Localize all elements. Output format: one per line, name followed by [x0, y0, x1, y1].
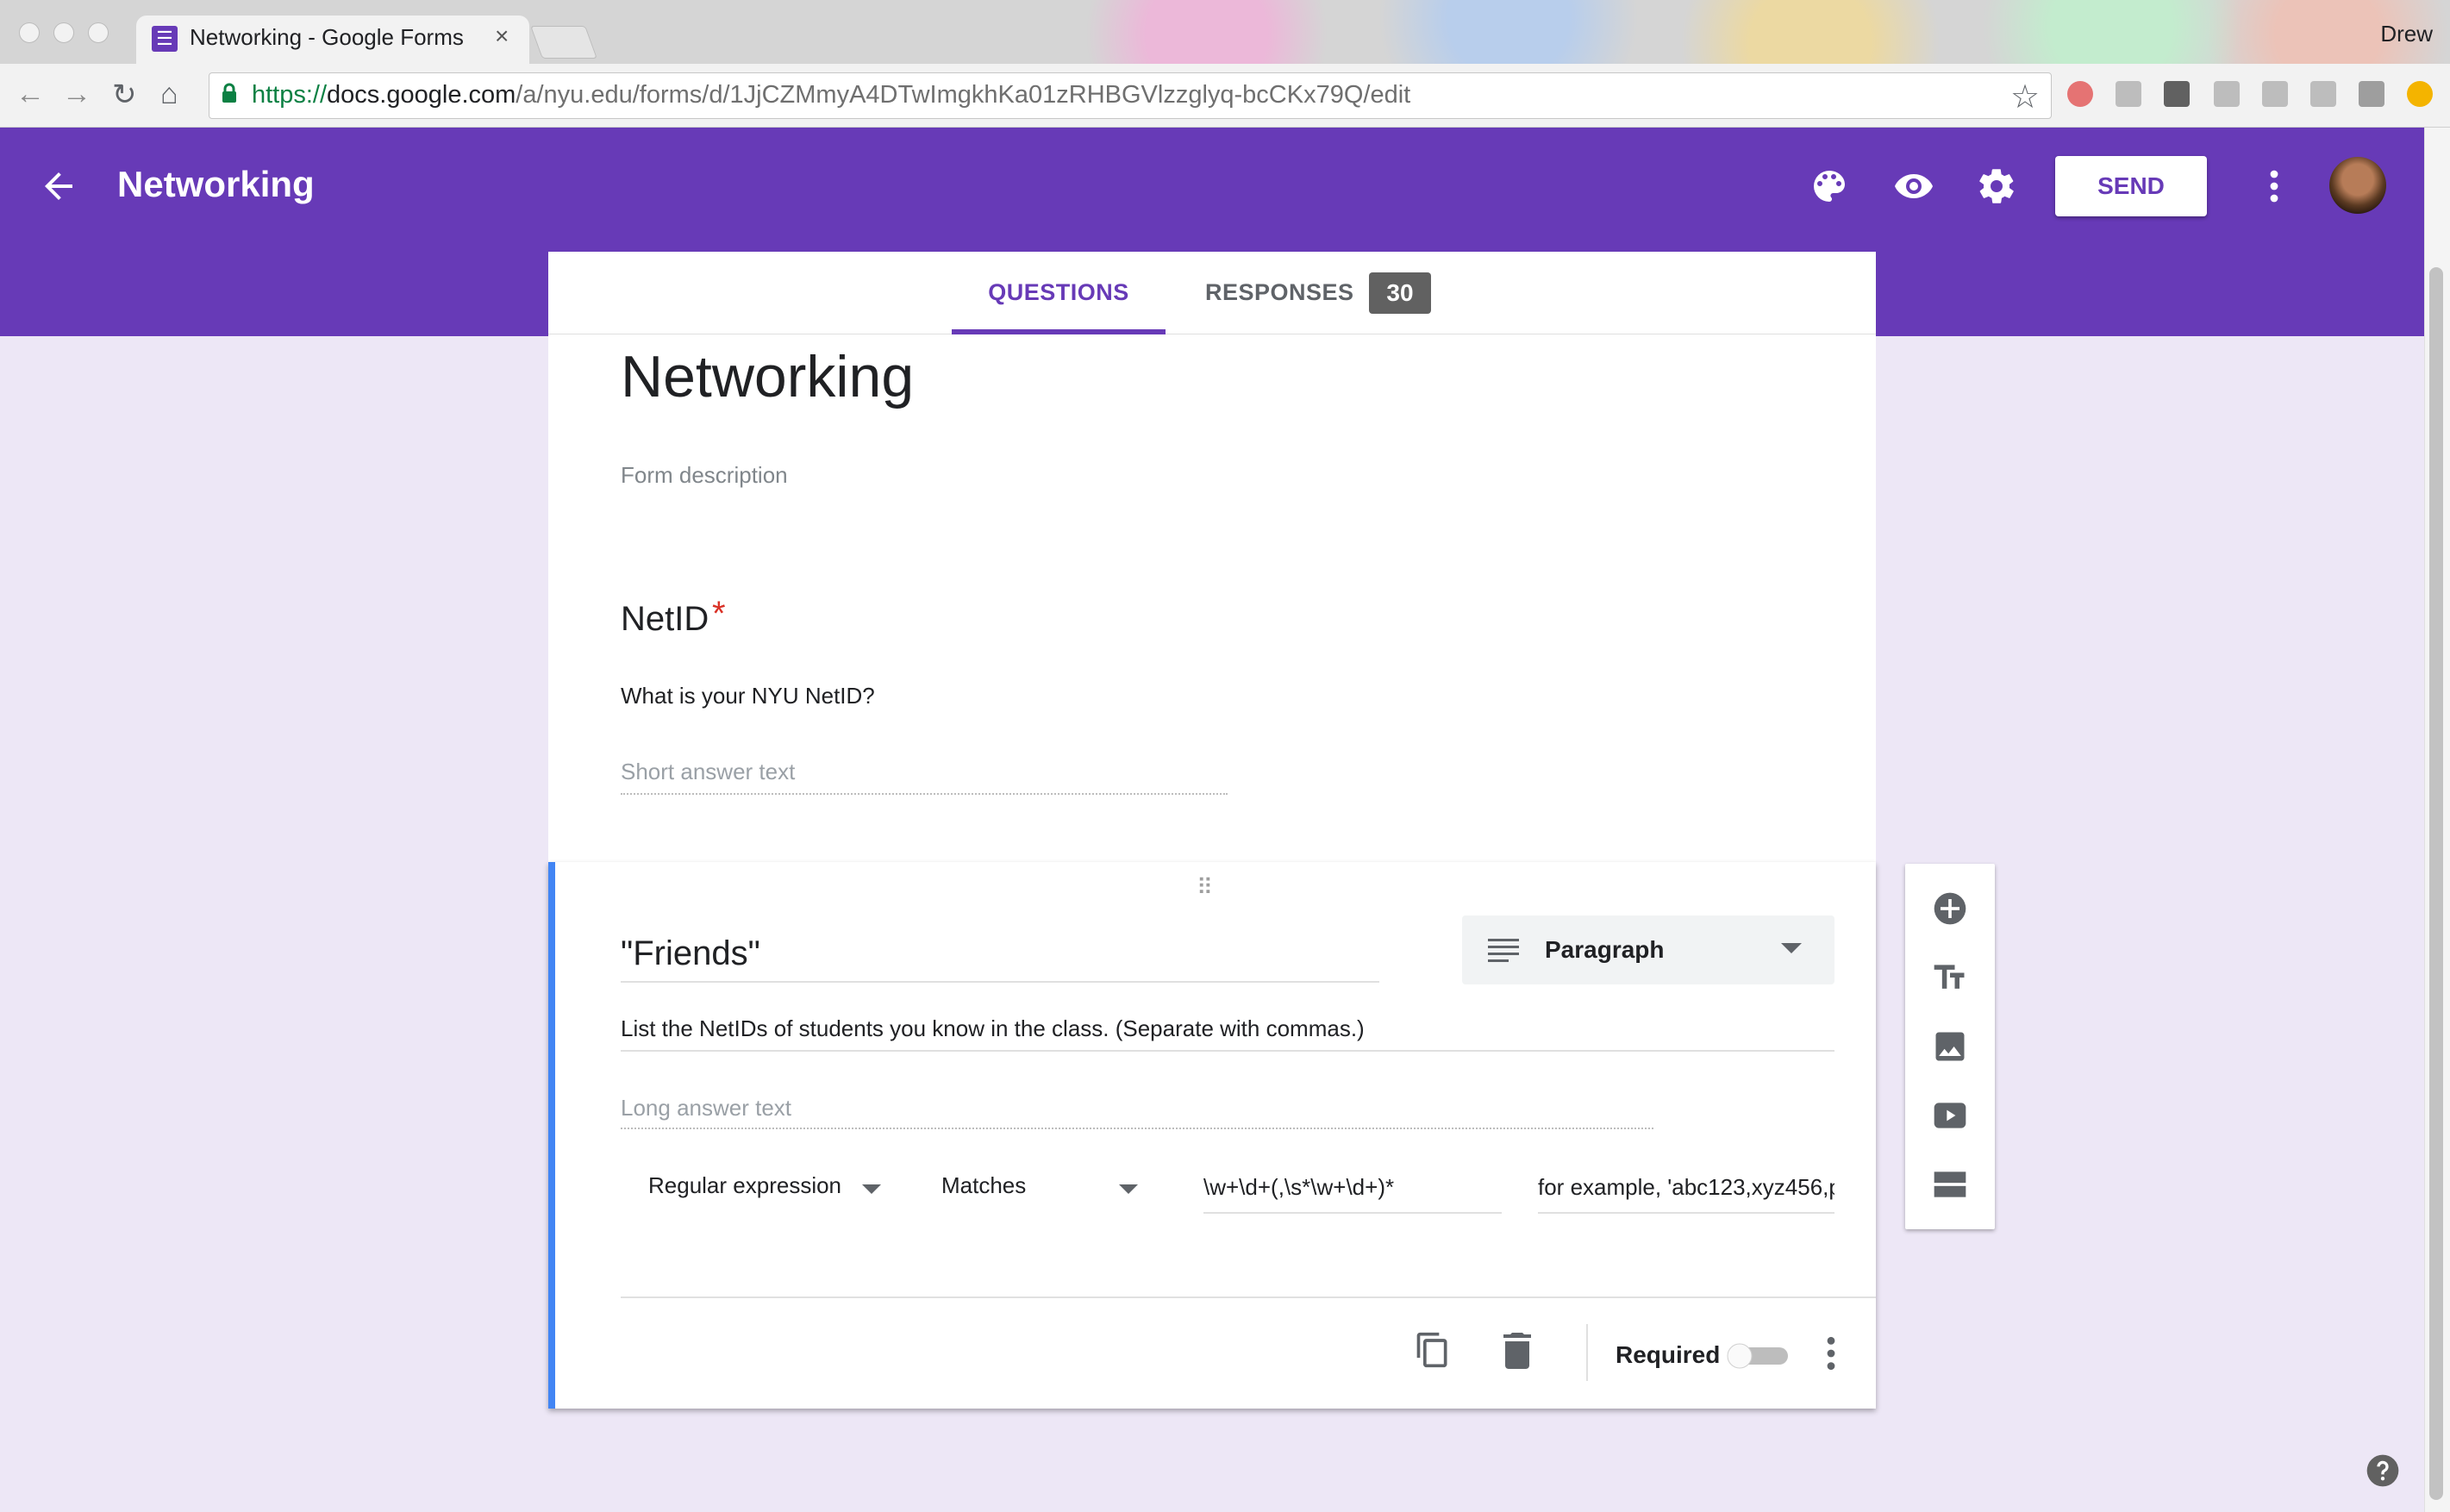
- add-video-icon[interactable]: [1931, 1097, 1969, 1134]
- question-description[interactable]: What is your NYU NetID?: [621, 683, 875, 709]
- dropdown-caret-icon[interactable]: [1119, 1184, 1138, 1194]
- extension-icon[interactable]: [2067, 81, 2093, 107]
- tab-responses[interactable]: RESPONSES: [1205, 252, 1354, 334]
- drag-handle-icon[interactable]: ⠿: [1197, 874, 1215, 901]
- description-underline: [621, 1050, 1834, 1052]
- profile-name[interactable]: Drew: [2380, 21, 2433, 47]
- form-description-field[interactable]: Form description: [621, 462, 788, 489]
- paragraph-lines-icon: [1488, 939, 1519, 962]
- validation-type-select[interactable]: Regular expression: [648, 1172, 841, 1199]
- required-toggle[interactable]: [1726, 1343, 1791, 1369]
- title-underline: [621, 981, 1379, 983]
- scrollbar-thumb[interactable]: [2429, 267, 2443, 1500]
- help-icon[interactable]: [2366, 1453, 2400, 1488]
- extension-icon[interactable]: [2407, 81, 2433, 107]
- question-title-input[interactable]: "Friends": [621, 934, 760, 973]
- more-options-icon[interactable]: [2262, 166, 2286, 207]
- required-asterisk: *: [712, 595, 726, 633]
- question-more-options-icon[interactable]: [1822, 1334, 1840, 1372]
- dropdown-caret-icon[interactable]: [862, 1184, 881, 1194]
- url-scheme: https://: [252, 81, 328, 109]
- tab-title: Networking - Google Forms: [190, 24, 464, 50]
- tab-close-icon[interactable]: ×: [495, 22, 509, 50]
- required-label: Required: [1616, 1341, 1721, 1368]
- form-title[interactable]: Networking: [621, 343, 914, 410]
- extension-icon[interactable]: [2214, 81, 2240, 107]
- question-description-input[interactable]: List the NetIDs of students you know in …: [621, 1015, 1365, 1042]
- url-domain: docs.google.com: [327, 81, 516, 109]
- dropdown-caret-icon: [1781, 943, 1802, 953]
- url-path: /a/nyu.edu/forms/d/1JjCZMmyA4DTwImgkhKa0…: [516, 81, 1411, 109]
- error-underline: [1538, 1212, 1834, 1214]
- regex-pattern-input[interactable]: \w+\d+(,\s*\w+\d+)*: [1203, 1174, 1394, 1201]
- palette-icon[interactable]: [1809, 166, 1850, 207]
- tab-questions[interactable]: QUESTIONS: [952, 252, 1166, 334]
- add-question-icon[interactable]: [1931, 890, 1969, 928]
- add-title-icon[interactable]: [1931, 959, 1969, 997]
- card-footer-divider: [621, 1296, 1876, 1298]
- custom-error-text-input[interactable]: for example, 'abc123,xyz456,p: [1538, 1174, 1834, 1201]
- footer-vertical-divider: [1586, 1324, 1588, 1381]
- back-nav-icon[interactable]: ←: [16, 78, 45, 111]
- question-title[interactable]: NetID: [621, 600, 709, 639]
- short-answer-placeholder: Short answer text: [621, 759, 796, 784]
- back-arrow-icon[interactable]: [38, 166, 79, 207]
- question-type-label: Paragraph: [1545, 936, 1665, 963]
- duplicate-icon[interactable]: [1414, 1329, 1452, 1371]
- forward-nav-icon[interactable]: →: [62, 78, 91, 111]
- extension-icon[interactable]: [2116, 81, 2141, 107]
- extension-icon[interactable]: [2310, 81, 2336, 107]
- bookmark-star-icon[interactable]: ☆: [2010, 78, 2040, 116]
- answer-underline: [621, 1128, 1653, 1129]
- home-icon[interactable]: ⌂: [160, 78, 178, 111]
- reload-icon[interactable]: ↻: [112, 78, 137, 112]
- new-tab-button[interactable]: [530, 26, 597, 59]
- extension-icon[interactable]: [2164, 81, 2190, 107]
- preview-eye-icon[interactable]: [1893, 166, 1934, 207]
- cast-icon[interactable]: [2359, 81, 2384, 107]
- pattern-underline: [1203, 1212, 1502, 1214]
- add-section-icon[interactable]: [1931, 1165, 1969, 1203]
- header-form-title[interactable]: Networking: [117, 164, 315, 205]
- answer-underline: [621, 793, 1228, 795]
- delete-trash-icon[interactable]: [1502, 1331, 1533, 1369]
- secure-lock-icon: [222, 83, 236, 103]
- send-button[interactable]: SEND: [2055, 156, 2207, 216]
- window-minimize-button[interactable]: [53, 22, 74, 43]
- url-text[interactable]: https://docs.google.com/a/nyu.edu/forms/…: [252, 81, 1410, 109]
- settings-gear-icon[interactable]: [1976, 166, 2017, 207]
- dropbox-extension-icon[interactable]: [2262, 81, 2288, 107]
- validation-condition-select[interactable]: Matches: [941, 1172, 1026, 1199]
- window-close-button[interactable]: [19, 22, 40, 43]
- account-avatar[interactable]: [2329, 157, 2386, 214]
- window-zoom-button[interactable]: [88, 22, 109, 43]
- responses-count-badge[interactable]: 30: [1369, 272, 1431, 314]
- add-image-icon[interactable]: [1931, 1028, 1969, 1065]
- forms-favicon-icon: ☰: [152, 26, 178, 52]
- long-answer-placeholder: Long answer text: [621, 1095, 792, 1121]
